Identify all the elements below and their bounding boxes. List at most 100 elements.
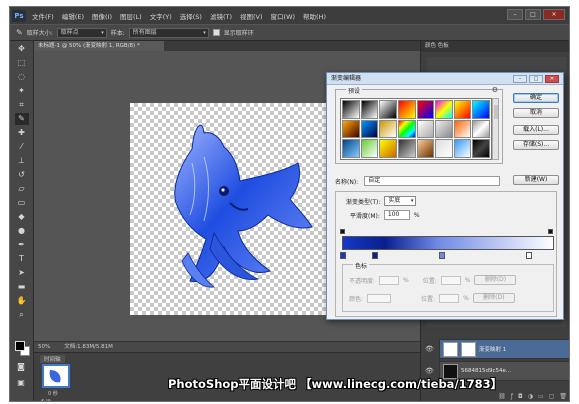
dialog-minimize-button[interactable]: – xyxy=(513,75,527,83)
trash-icon[interactable]: 🗑 xyxy=(559,393,567,400)
preset-swatch[interactable] xyxy=(435,119,453,139)
dialog-maximize-button[interactable]: □ xyxy=(529,75,543,83)
eraser-tool-icon[interactable]: ▱ xyxy=(15,183,29,195)
foreground-color-swatch[interactable] xyxy=(15,341,25,351)
gradient-tool-icon[interactable]: ▭ xyxy=(15,197,29,209)
dialog-close-button[interactable]: ✕ xyxy=(545,75,559,83)
opacity-stop-left[interactable] xyxy=(340,229,345,234)
preset-swatch[interactable] xyxy=(342,100,360,119)
ok-button[interactable]: 确定 xyxy=(513,93,559,103)
preset-swatch[interactable] xyxy=(360,100,379,119)
presets-scrollbar[interactable] xyxy=(492,98,499,160)
eyedropper-tool-icon[interactable]: ✎ xyxy=(14,113,29,125)
load-button[interactable]: 载入(L)... xyxy=(513,125,559,135)
preset-swatch[interactable] xyxy=(360,119,379,139)
lasso-tool-icon[interactable]: ◌ xyxy=(15,71,29,83)
menu-select[interactable]: 选择(S) xyxy=(180,11,202,21)
screen-mode-icon[interactable]: ▣ xyxy=(14,377,28,389)
quick-mask-icon[interactable]: ◙ xyxy=(14,361,28,373)
gradient-preview-bar[interactable] xyxy=(342,236,554,250)
preset-swatch[interactable] xyxy=(416,100,435,119)
mask-icon[interactable]: ◘ xyxy=(518,393,523,400)
crop-tool-icon[interactable]: ⌗ xyxy=(15,99,29,111)
preset-swatch[interactable] xyxy=(342,139,360,158)
location-field[interactable] xyxy=(440,275,461,285)
eyedropper-icon[interactable]: ✎ xyxy=(16,28,23,37)
move-tool-icon[interactable]: ✥ xyxy=(15,43,29,55)
delete-color-stop-button[interactable]: 删除(D) xyxy=(472,293,515,303)
adjustment-icon[interactable]: ◑ xyxy=(528,393,533,400)
preset-swatch[interactable] xyxy=(379,100,397,119)
new-layer-icon[interactable]: ▢ xyxy=(549,393,555,400)
document-tab[interactable]: 未标题-1 @ 50% (渐变映射 1, RGB/8) * xyxy=(34,41,164,51)
blur-tool-icon[interactable]: ◆ xyxy=(15,211,29,223)
menu-help[interactable]: 帮助(H) xyxy=(303,11,326,21)
visibility-eye-icon[interactable]: 👁 xyxy=(425,367,434,375)
preset-swatch[interactable] xyxy=(342,119,360,139)
show-ring-checkbox[interactable] xyxy=(212,29,220,36)
preset-swatch[interactable] xyxy=(379,139,397,158)
color-stop[interactable] xyxy=(526,252,532,259)
folder-icon[interactable]: ▭ xyxy=(538,393,544,400)
zoom-level[interactable]: 50% xyxy=(38,342,50,352)
maximize-button[interactable]: □ xyxy=(525,9,541,20)
healing-tool-icon[interactable]: ✚ xyxy=(15,127,29,139)
preset-swatch[interactable] xyxy=(453,100,472,119)
cancel-button[interactable]: 取消 xyxy=(513,108,559,118)
preset-swatch[interactable] xyxy=(435,100,453,119)
type-tool-icon[interactable]: T xyxy=(15,253,29,265)
visibility-eye-icon[interactable]: 👁 xyxy=(425,345,434,353)
preset-swatch[interactable] xyxy=(416,119,435,139)
menu-filter[interactable]: 滤镜(T) xyxy=(210,11,232,21)
loop-select[interactable]: 永远 xyxy=(40,398,51,401)
menu-edit[interactable]: 编辑(E) xyxy=(62,11,84,21)
preset-swatch[interactable] xyxy=(453,139,472,158)
fx-icon[interactable]: ƒ xyxy=(511,393,513,400)
zoom-tool-icon[interactable]: ⌕ xyxy=(15,309,29,321)
preset-swatch[interactable] xyxy=(472,139,490,158)
menu-file[interactable]: 文件(F) xyxy=(32,11,54,21)
menu-image[interactable]: 图像(I) xyxy=(92,11,112,21)
animation-frame[interactable] xyxy=(42,364,70,388)
timeline-tab[interactable]: 时间轴 xyxy=(40,355,65,363)
document-canvas[interactable] xyxy=(130,103,340,315)
close-button[interactable]: ✕ xyxy=(543,9,565,20)
name-field[interactable]: 自定 xyxy=(364,176,501,186)
save-button[interactable]: 存储(S)... xyxy=(513,140,559,150)
color-stop[interactable] xyxy=(340,252,346,259)
link-icon[interactable]: ⛓ xyxy=(498,393,506,400)
minimize-button[interactable]: – xyxy=(507,9,523,20)
marquee-tool-icon[interactable]: ⬚ xyxy=(15,57,29,69)
hand-tool-icon[interactable]: ✋ xyxy=(15,295,29,307)
dodge-tool-icon[interactable]: ● xyxy=(15,225,29,237)
gradient-type-select[interactable]: 实底 xyxy=(384,196,417,206)
color-stop[interactable] xyxy=(439,252,445,259)
stamp-tool-icon[interactable]: ⊥ xyxy=(15,155,29,167)
preset-swatch[interactable] xyxy=(397,139,416,158)
preset-swatch[interactable] xyxy=(379,119,397,139)
color-stop[interactable] xyxy=(372,252,378,259)
quick-select-tool-icon[interactable]: ✦ xyxy=(15,85,29,97)
layer-row-gradient-map[interactable]: 渐变映射 1 xyxy=(439,339,569,359)
menu-layer[interactable]: 图层(L) xyxy=(120,11,142,21)
preset-swatch[interactable] xyxy=(416,139,435,158)
opacity-field[interactable] xyxy=(379,275,400,285)
preset-swatch[interactable] xyxy=(397,100,416,119)
color-swatches-tabs[interactable]: 颜色 色板 xyxy=(421,41,569,52)
new-button[interactable]: 新建(W) xyxy=(513,175,559,185)
frame-duration[interactable]: 0 秒 xyxy=(48,390,58,397)
menu-window[interactable]: 窗口(W) xyxy=(271,11,296,21)
menu-view[interactable]: 视图(V) xyxy=(240,11,263,21)
preset-swatch[interactable] xyxy=(360,139,379,158)
preset-swatch[interactable] xyxy=(472,100,490,119)
preset-swatch[interactable] xyxy=(435,139,453,158)
presets-gear-icon[interactable]: ⚙ xyxy=(492,86,498,94)
pen-tool-icon[interactable]: ✒ xyxy=(15,239,29,251)
smoothness-field[interactable]: 100 xyxy=(383,210,410,220)
sample-size-select[interactable]: 取样点 xyxy=(56,27,107,38)
location-field[interactable] xyxy=(439,293,460,303)
opacity-stop-right[interactable] xyxy=(548,229,553,234)
brush-tool-icon[interactable]: ⁄ xyxy=(15,141,29,153)
preset-swatch[interactable] xyxy=(397,119,416,139)
path-select-icon[interactable]: ➤ xyxy=(15,267,29,279)
